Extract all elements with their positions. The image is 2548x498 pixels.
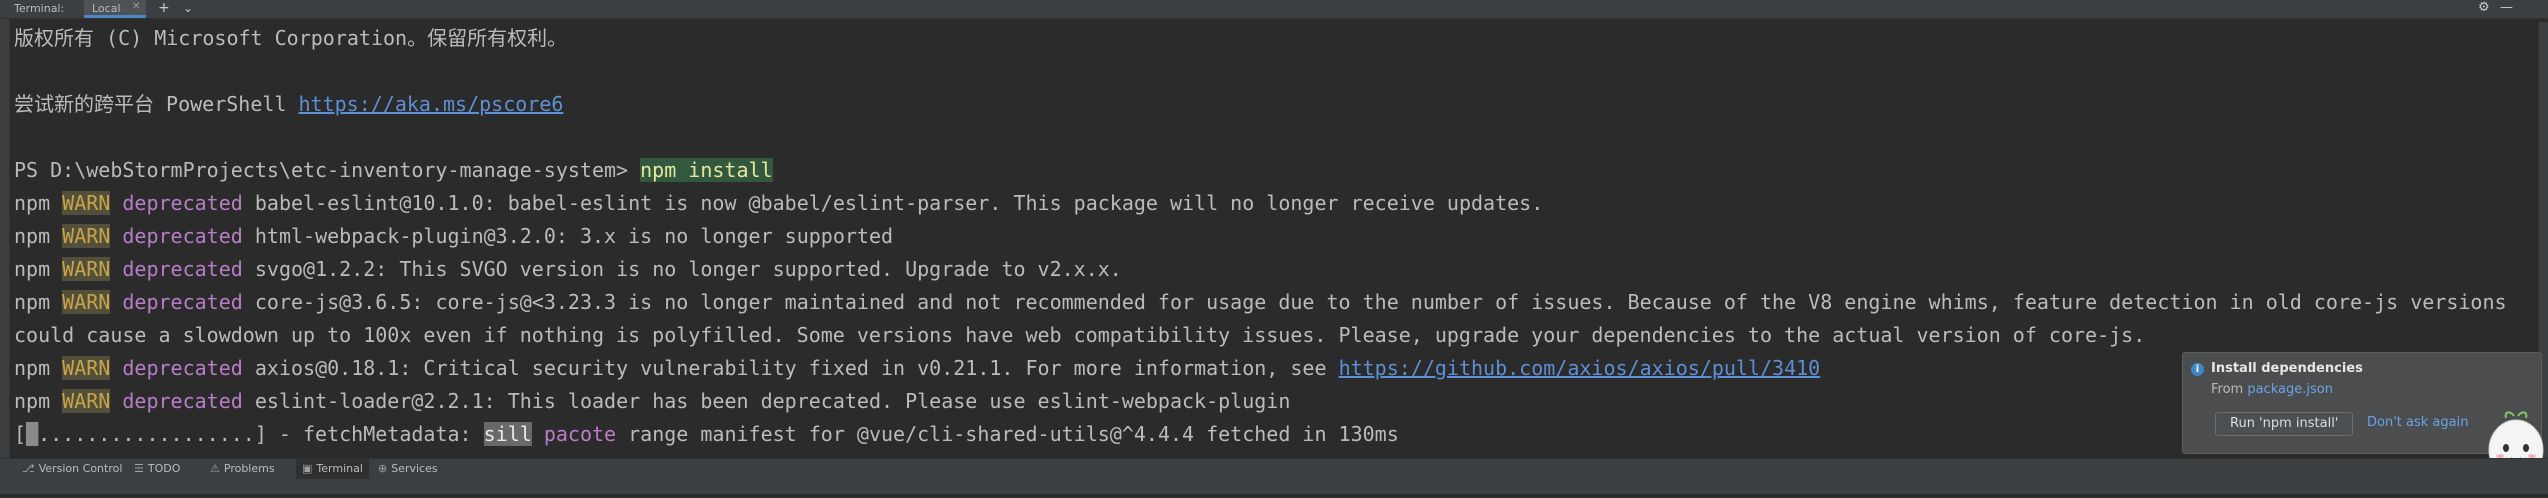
terminal-line-warning: npm WARN deprecated babel-eslint@10.1.0:… <box>14 191 1544 215</box>
terminal-title: Terminal: <box>14 2 65 15</box>
terminal-line-progress: [█..................] - fetchMetadata: s… <box>14 422 1399 446</box>
new-tab-icon[interactable]: + <box>158 0 170 16</box>
minimize-icon[interactable]: — <box>2500 0 2513 15</box>
tool-services[interactable]: ⊕ Services <box>378 459 438 479</box>
tool-window-bar: ⎇ Version Control ☰ TODO ⚠ Problems ▣ Te… <box>0 458 2548 479</box>
terminal-line-warning: npm WARN deprecated svgo@1.2.2: This SVG… <box>14 257 1122 281</box>
terminal-output[interactable]: 版权所有 (C) Microsoft Corporation。保留所有权利。 尝… <box>14 22 2534 458</box>
gear-icon[interactable]: ⚙ <box>2478 0 2490 15</box>
axios-pull-link[interactable]: https://github.com/axios/axios/pull/3410 <box>1339 356 1821 380</box>
notification-title: Install dependencies <box>2211 361 2363 376</box>
warning-icon: ⚠ <box>210 462 220 475</box>
terminal-line-prompt: PS D:\webStormProjects\etc-inventory-man… <box>14 154 773 187</box>
warn-badge: WARN <box>62 356 111 380</box>
list-icon: ☰ <box>134 462 144 475</box>
services-icon: ⊕ <box>378 462 388 475</box>
terminal-line-warning: npm WARN deprecated html-webpack-plugin@… <box>14 224 894 248</box>
warn-badge: WARN <box>62 290 111 314</box>
command-npm-install: npm install <box>640 158 773 182</box>
terminal-line-warning: npm WARN deprecated core-js@3.6.5: core-… <box>14 290 2507 314</box>
tab-local-label: Local <box>92 2 121 15</box>
terminal-line-copyright: 版权所有 (C) Microsoft Corporation。保留所有权利。 <box>14 26 568 50</box>
notification-source: From package.json <box>2211 382 2333 397</box>
left-tool-window-strip <box>0 0 10 458</box>
warn-badge: WARN <box>62 191 111 215</box>
tool-todo[interactable]: ☰ TODO <box>134 459 180 479</box>
warn-badge: WARN <box>62 224 111 248</box>
bottom-status-strip <box>0 479 2548 494</box>
warn-badge: WARN <box>62 257 111 281</box>
terminal-icon: ▣ <box>302 462 313 475</box>
warn-badge: WARN <box>62 389 111 413</box>
dont-ask-again-link[interactable]: Don't ask again <box>2367 415 2468 430</box>
tool-problems[interactable]: ⚠ Problems <box>210 459 275 479</box>
pscore-link[interactable]: https://aka.ms/pscore6 <box>299 92 564 116</box>
run-npm-install-button[interactable]: Run 'npm install' <box>2215 412 2354 436</box>
sill-badge: sill <box>483 422 532 446</box>
terminal-line-warning: npm WARN deprecated axios@0.18.1: Critic… <box>14 356 1821 380</box>
terminal-tab-bar: Terminal: Local ✕ + ⌄ ⚙ — <box>0 0 2548 19</box>
tab-menu-chevron-icon[interactable]: ⌄ <box>183 1 193 15</box>
terminal-line-warning: npm WARN deprecated eslint-loader@2.2.1:… <box>14 389 1291 413</box>
terminal-line-continuation: could cause a slowdown up to 100x even i… <box>14 323 2146 347</box>
tool-version-control[interactable]: ⎇ Version Control <box>22 459 122 479</box>
prompt: PS D:\webStormProjects\etc-inventory-man… <box>14 158 641 182</box>
package-json-link[interactable]: package.json <box>2247 382 2333 397</box>
branch-icon: ⎇ <box>22 462 35 475</box>
terminal-line-try-powershell: 尝试新的跨平台 PowerShell https://aka.ms/pscore… <box>14 92 564 116</box>
progress-bar-fill: █ <box>26 422 39 446</box>
info-icon: i <box>2191 363 2204 376</box>
progress-bar-dots: .................. <box>38 422 255 446</box>
close-tab-icon[interactable]: ✕ <box>132 1 140 12</box>
tool-terminal[interactable]: ▣ Terminal <box>296 459 369 479</box>
